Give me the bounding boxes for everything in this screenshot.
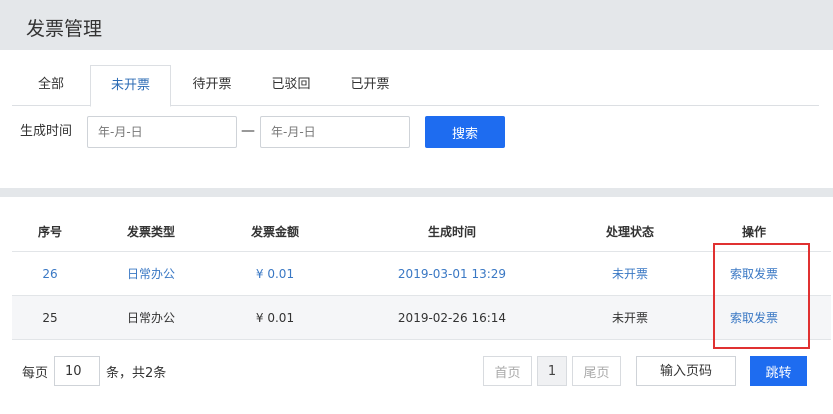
header-amount: 发票金额 — [250, 224, 299, 239]
search-button[interactable]: 搜索 — [425, 116, 505, 148]
tab-rejected[interactable]: 已驳回 — [253, 65, 329, 106]
table-row[interactable]: 25 日常办公 ¥ 0.01 2019-02-26 16:14 未开票 索取发票 — [12, 296, 831, 340]
row-time: 2019-03-01 13:29 — [397, 266, 507, 281]
action-highlight-box — [713, 243, 810, 349]
row-type: 日常办公 — [126, 311, 175, 325]
row-seq: 26 — [42, 266, 58, 281]
header-type: 发票类型 — [126, 224, 175, 239]
table-header-row: 序号 发票类型 发票金额 生成时间 处理状态 操作 — [12, 211, 831, 252]
row-time: 2019-02-26 16:14 — [397, 310, 507, 325]
header-status: 处理状态 — [605, 224, 654, 239]
tab-pending[interactable]: 待开票 — [171, 65, 253, 106]
date-filter-label: 生成时间 — [20, 124, 73, 139]
end-date-input[interactable] — [260, 116, 410, 148]
filter-panel: 全部 未开票 待开票 已驳回 已开票 生成时间 — 搜索 — [0, 50, 833, 188]
page-number-button[interactable]: 1 — [537, 356, 567, 386]
header-seq: 序号 — [37, 224, 62, 239]
row-status: 未开票 — [611, 267, 648, 281]
first-page-button[interactable]: 首页 — [483, 356, 532, 386]
header-time: 生成时间 — [427, 224, 476, 239]
table-row[interactable]: 26 日常办公 ¥ 0.01 2019-03-01 13:29 未开票 索取发票 — [12, 252, 831, 296]
tab-not-invoiced[interactable]: 未开票 — [90, 65, 171, 107]
per-page-prefix: 每页 — [22, 365, 49, 381]
row-type: 日常办公 — [126, 267, 175, 281]
page-title: 发票管理 — [26, 18, 103, 40]
start-date-input[interactable] — [87, 116, 237, 148]
tab-bar: 全部 未开票 待开票 已驳回 已开票 — [12, 65, 819, 107]
page-size-control: 每页 条，共2条 — [22, 356, 166, 386]
jump-button[interactable]: 跳转 — [750, 356, 807, 386]
row-status: 未开票 — [611, 311, 648, 325]
page-size-input[interactable] — [54, 356, 101, 386]
tab-all[interactable]: 全部 — [12, 65, 90, 106]
per-page-suffix: 条，共2条 — [106, 365, 167, 381]
last-page-button[interactable]: 尾页 — [572, 356, 621, 386]
page-header: 发票管理 — [0, 0, 833, 50]
row-amount: ¥ 0.01 — [255, 266, 295, 281]
row-amount: ¥ 0.01 — [255, 310, 295, 325]
tab-invoiced[interactable]: 已开票 — [329, 65, 411, 106]
goto-page-input[interactable] — [636, 356, 736, 386]
date-separator: — — [241, 123, 255, 139]
row-seq: 25 — [42, 310, 58, 325]
